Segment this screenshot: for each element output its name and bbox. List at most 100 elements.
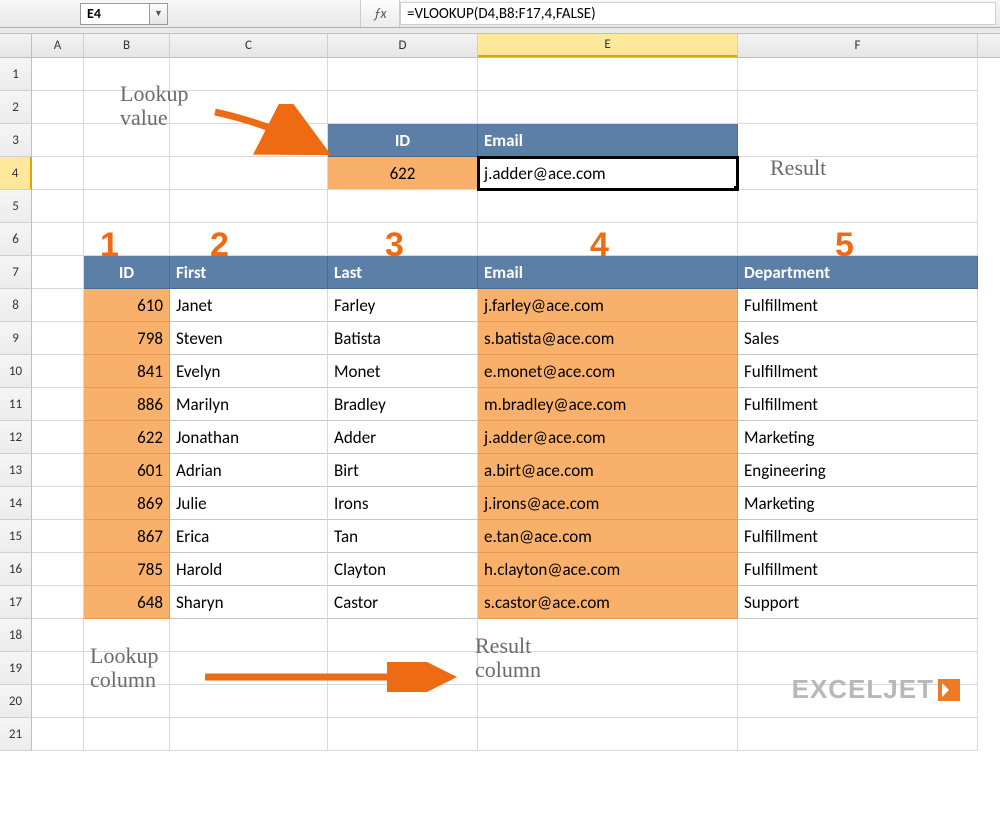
table-cell-last[interactable]: Clayton	[328, 553, 478, 586]
row-header[interactable]: 3	[0, 124, 32, 157]
table-cell-last[interactable]: Farley	[328, 289, 478, 322]
row-header[interactable]: 20	[0, 685, 32, 718]
row-header[interactable]: 2	[0, 91, 32, 124]
table-cell-dept[interactable]: Fulfillment	[738, 289, 978, 322]
table-cell-id[interactable]: 622	[84, 421, 170, 454]
table-cell-dept[interactable]: Marketing	[738, 421, 978, 454]
col-header-F[interactable]: F	[738, 34, 978, 57]
cell[interactable]	[84, 124, 170, 157]
table-header-dept[interactable]: Department	[738, 256, 978, 289]
table-cell-first[interactable]: Marilyn	[170, 388, 328, 421]
cell[interactable]	[32, 553, 84, 586]
row-header[interactable]: 19	[0, 652, 32, 685]
table-cell-dept[interactable]: Engineering	[738, 454, 978, 487]
row-header[interactable]: 4	[0, 157, 32, 190]
cell[interactable]	[738, 190, 978, 223]
cell[interactable]	[328, 223, 478, 256]
cell[interactable]	[328, 58, 478, 91]
row-header[interactable]: 14	[0, 487, 32, 520]
cell[interactable]	[738, 124, 978, 157]
row-header[interactable]: 11	[0, 388, 32, 421]
cell[interactable]	[170, 223, 328, 256]
table-cell-last[interactable]: Tan	[328, 520, 478, 553]
row-header[interactable]: 12	[0, 421, 32, 454]
cell[interactable]	[170, 619, 328, 652]
table-cell-last[interactable]: Castor	[328, 586, 478, 619]
row-header[interactable]: 21	[0, 718, 32, 751]
cell[interactable]	[738, 619, 978, 652]
table-cell-id[interactable]: 601	[84, 454, 170, 487]
table-cell-first[interactable]: Jonathan	[170, 421, 328, 454]
table-cell-id[interactable]: 648	[84, 586, 170, 619]
cell[interactable]	[478, 190, 738, 223]
table-cell-first[interactable]: Julie	[170, 487, 328, 520]
table-cell-first[interactable]: Erica	[170, 520, 328, 553]
cell[interactable]	[738, 718, 978, 751]
table-cell-last[interactable]: Monet	[328, 355, 478, 388]
cell[interactable]	[32, 421, 84, 454]
row-header[interactable]: 1	[0, 58, 32, 91]
cell[interactable]	[478, 223, 738, 256]
table-cell-email[interactable]: e.tan@ace.com	[478, 520, 738, 553]
table-cell-id[interactable]: 886	[84, 388, 170, 421]
col-header-C[interactable]: C	[170, 34, 328, 57]
table-cell-first[interactable]: Sharyn	[170, 586, 328, 619]
cell[interactable]	[738, 157, 978, 190]
table-cell-first[interactable]: Janet	[170, 289, 328, 322]
cell[interactable]	[32, 487, 84, 520]
row-header[interactable]: 9	[0, 322, 32, 355]
table-cell-email[interactable]: j.irons@ace.com	[478, 487, 738, 520]
cell[interactable]	[170, 190, 328, 223]
table-cell-first[interactable]: Steven	[170, 322, 328, 355]
formula-bar[interactable]: =VLOOKUP(D4,B8:F17,4,FALSE)	[400, 2, 996, 25]
cell[interactable]	[738, 223, 978, 256]
table-cell-dept[interactable]: Marketing	[738, 487, 978, 520]
cell[interactable]	[738, 685, 978, 718]
table-cell-email[interactable]: s.castor@ace.com	[478, 586, 738, 619]
cell[interactable]	[32, 157, 84, 190]
cell[interactable]	[32, 520, 84, 553]
table-cell-last[interactable]: Irons	[328, 487, 478, 520]
cell[interactable]	[84, 157, 170, 190]
cell[interactable]	[170, 58, 328, 91]
cell[interactable]	[32, 190, 84, 223]
cell[interactable]	[32, 256, 84, 289]
table-cell-email[interactable]: j.farley@ace.com	[478, 289, 738, 322]
table-cell-id[interactable]: 610	[84, 289, 170, 322]
col-header-D[interactable]: D	[328, 34, 478, 57]
name-box[interactable]: E4	[80, 3, 150, 25]
table-cell-id[interactable]: 798	[84, 322, 170, 355]
row-header[interactable]: 16	[0, 553, 32, 586]
cell[interactable]	[32, 586, 84, 619]
cell[interactable]	[738, 91, 978, 124]
table-cell-email[interactable]: m.bradley@ace.com	[478, 388, 738, 421]
fx-icon[interactable]: ƒx	[360, 0, 400, 27]
cell[interactable]	[478, 652, 738, 685]
cell[interactable]	[84, 58, 170, 91]
cell[interactable]	[328, 619, 478, 652]
select-all-corner[interactable]	[0, 34, 32, 57]
cell[interactable]	[328, 91, 478, 124]
table-cell-first[interactable]: Evelyn	[170, 355, 328, 388]
cell[interactable]	[478, 619, 738, 652]
cell[interactable]	[170, 91, 328, 124]
row-header[interactable]: 17	[0, 586, 32, 619]
row-header[interactable]: 13	[0, 454, 32, 487]
cell[interactable]	[738, 58, 978, 91]
cell[interactable]	[478, 718, 738, 751]
cell[interactable]	[32, 718, 84, 751]
row-header[interactable]: 15	[0, 520, 32, 553]
row-header[interactable]: 7	[0, 256, 32, 289]
cell[interactable]	[328, 652, 478, 685]
table-cell-id[interactable]: 869	[84, 487, 170, 520]
lookup-header-email[interactable]: Email	[478, 124, 738, 157]
cell[interactable]	[328, 685, 478, 718]
row-header[interactable]: 5	[0, 190, 32, 223]
table-cell-email[interactable]: e.monet@ace.com	[478, 355, 738, 388]
table-cell-first[interactable]: Harold	[170, 553, 328, 586]
row-header[interactable]: 18	[0, 619, 32, 652]
table-cell-id[interactable]: 841	[84, 355, 170, 388]
table-cell-last[interactable]: Batista	[328, 322, 478, 355]
table-cell-first[interactable]: Adrian	[170, 454, 328, 487]
cell[interactable]	[170, 685, 328, 718]
